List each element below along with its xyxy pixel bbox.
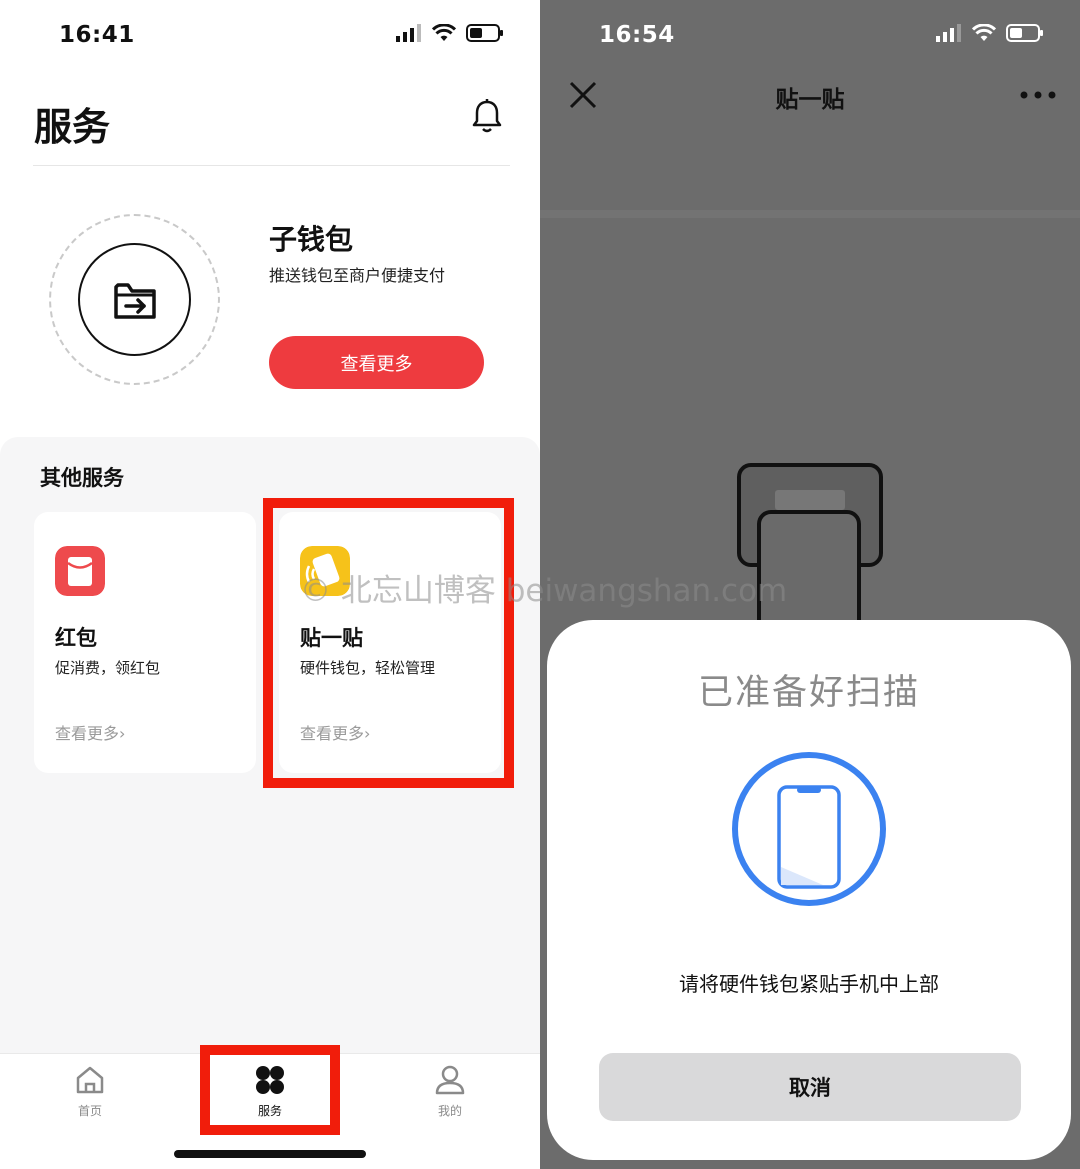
service-card-tieyitie[interactable]: 贴一贴 硬件钱包，轻松管理 查看更多›: [279, 512, 501, 773]
signal-icon: [936, 24, 961, 42]
wallet-transfer-icon: [113, 282, 156, 319]
sheet-message: 请将硬件钱包紧贴手机中上部: [679, 972, 939, 996]
card-title: 红包: [55, 626, 97, 650]
tab-label: 我的: [437, 1104, 462, 1118]
service-card-hongbao[interactable]: 红包 促消费，领红包 查看更多›: [34, 512, 256, 773]
more-icon[interactable]: [1018, 88, 1058, 102]
status-time: 16:54: [599, 22, 675, 48]
home-indicator: [174, 1150, 366, 1158]
card-more-link[interactable]: 查看更多›: [55, 720, 125, 744]
status-bar: 16:41: [0, 0, 540, 70]
card-more-label: 查看更多: [300, 724, 365, 743]
card-desc: 促消费，领红包: [55, 659, 161, 677]
tap-card-icon: [300, 546, 350, 596]
tab-label: 首页: [77, 1104, 102, 1118]
sub-wallet-title: 子钱包: [269, 223, 354, 256]
header-divider: [33, 165, 510, 166]
tap-scan-screen: 16:54 贴一贴 已准备好扫描 请将硬件钱包紧贴手机中上部 取消: [540, 0, 1080, 1169]
tab-mine[interactable]: 我的: [405, 1064, 495, 1124]
sub-wallet-desc: 推送钱包至商户便捷支付: [269, 266, 446, 285]
sub-wallet-more-button[interactable]: 查看更多: [269, 336, 484, 389]
card-desc: 硬件钱包，轻松管理: [300, 659, 436, 677]
tab-services[interactable]: 服务: [225, 1064, 315, 1124]
card-more-label: 查看更多: [55, 724, 120, 743]
wifi-icon: [972, 24, 996, 41]
page-title: 贴一贴: [775, 87, 845, 113]
card-reader-illustration: [737, 463, 883, 630]
red-envelope-icon: [55, 546, 105, 596]
status-bar: 16:54: [540, 0, 1080, 70]
scan-sheet: 已准备好扫描 请将硬件钱包紧贴手机中上部 取消: [547, 620, 1071, 1160]
card-more-link[interactable]: 查看更多›: [300, 720, 370, 744]
cancel-button[interactable]: 取消: [599, 1053, 1021, 1121]
battery-icon: [1006, 24, 1043, 42]
sub-wallet-badge: [78, 243, 191, 356]
overlay-band: [540, 210, 1080, 218]
tab-home[interactable]: 首页: [45, 1064, 135, 1124]
other-services-title: 其他服务: [40, 466, 124, 490]
wifi-icon: [432, 24, 456, 41]
battery-icon: [466, 24, 503, 42]
profile-icon: [435, 1065, 465, 1095]
page-title: 服务: [34, 105, 111, 149]
status-time: 16:41: [59, 22, 135, 48]
bell-icon[interactable]: [470, 98, 504, 134]
home-icon: [76, 1066, 104, 1094]
tab-label: 服务: [257, 1104, 282, 1118]
sheet-title: 已准备好扫描: [697, 673, 920, 713]
phone-scan-icon: [732, 752, 886, 906]
card-title: 贴一贴: [300, 626, 363, 650]
services-screen: 16:41 服务 子钱包 推送钱包至商户便捷支付 查看更多 其他服务 红包 促消…: [0, 0, 540, 1169]
chevron-right-icon: ›: [119, 724, 126, 743]
status-icons: [936, 24, 1044, 42]
chevron-right-icon: ›: [364, 724, 371, 743]
status-icons: [396, 24, 504, 42]
signal-icon: [396, 24, 421, 42]
services-grid-icon: [256, 1066, 284, 1094]
